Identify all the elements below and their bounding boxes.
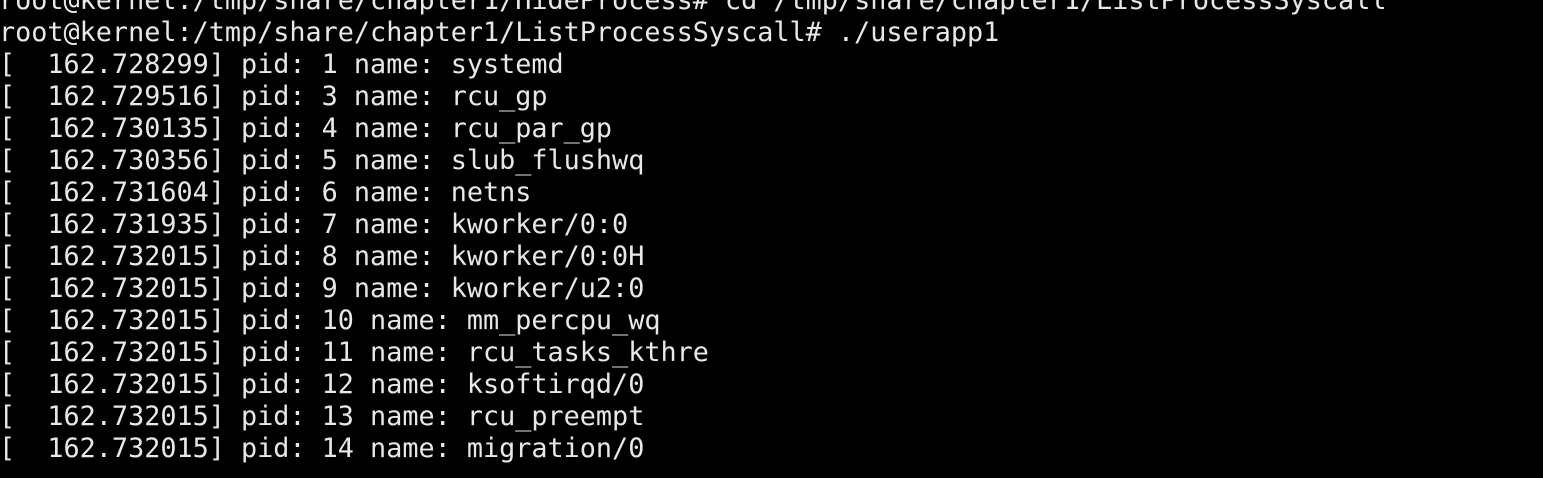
terminal-window[interactable]: root@kernel:/tmp/share/chapter1/HideProc… [0,0,1543,478]
output-line: [ 162.730135] pid: 4 name: rcu_par_gp [0,113,613,144]
shell-prompt: root@kernel:/tmp/share/chapter1/ListProc… [0,17,838,48]
output-line: [ 162.730356] pid: 5 name: slub_flushwq [0,145,645,176]
output-line: [ 162.732015] pid: 14 name: migration/0 [0,433,645,464]
shell-prompt: root@kernel:/tmp/share/chapter1/HideProc… [0,0,725,16]
output-line: [ 162.731604] pid: 6 name: netns [0,177,532,208]
terminal-output: root@kernel:/tmp/share/chapter1/HideProc… [0,0,1386,465]
command-line-cd: root@kernel:/tmp/share/chapter1/HideProc… [0,0,1386,17]
output-line: [ 162.732015] pid: 9 name: kworker/u2:0 [0,273,645,304]
output-line: [ 162.732015] pid: 12 name: ksoftirqd/0 [0,369,645,400]
output-line: [ 162.732015] pid: 13 name: rcu_preempt [0,401,645,432]
output-line: [ 162.732015] pid: 10 name: mm_percpu_wq [0,305,661,336]
output-line: [ 162.731935] pid: 7 name: kworker/0:0 [0,209,629,240]
output-line: [ 162.728299] pid: 1 name: systemd [0,49,564,80]
output-line: [ 162.732015] pid: 11 name: rcu_tasks_kt… [0,337,709,368]
command-line-run: root@kernel:/tmp/share/chapter1/ListProc… [0,17,1386,49]
command-text: ./userapp1 [837,17,1000,48]
command-text: cd /tmp/share/chapter1/ListProcessSyscal… [725,0,1387,16]
output-line: [ 162.729516] pid: 3 name: rcu_gp [0,81,548,112]
output-line: [ 162.732015] pid: 8 name: kworker/0:0H [0,241,645,272]
